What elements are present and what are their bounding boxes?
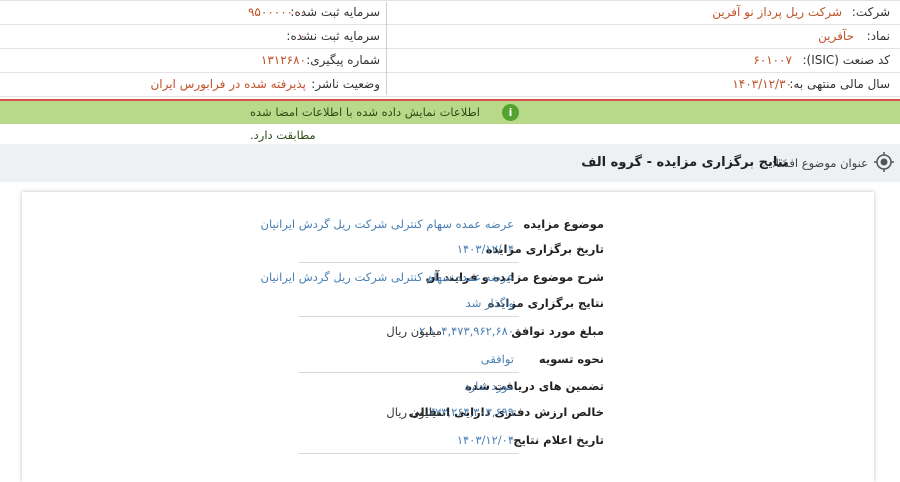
isic-label: کد صنعت (ISIC): bbox=[802, 53, 890, 67]
company-name[interactable]: شرکت ریل پرداز نو آفرین bbox=[712, 0, 842, 24]
company-info-table: شرکت: شرکت ریل پرداز نو آفرین نماد: حآفر… bbox=[0, 0, 900, 97]
detail-value: ۱۴۰۳/۱۲/۰۴ bbox=[456, 242, 514, 256]
detail-label: مبلغ مورد توافق bbox=[511, 324, 604, 338]
detail-value: عرضه عمده سهام کنترلی شرکت ریل گردش ایرا… bbox=[260, 217, 514, 231]
detail-label: تاریخ اعلام نتایج bbox=[513, 433, 604, 447]
detail-row: شرح موضوع مزایده و فرایند آن عرضه عمده س… bbox=[22, 264, 874, 291]
detail-value: عرضه عمده سهام کنترلی شرکت ریل گردش ایرا… bbox=[260, 270, 514, 284]
detail-row: تاریخ اعلام نتایج ۱۴۰۳/۱۲/۰۴ bbox=[22, 427, 874, 454]
tracking-value: ۱۳۱۲۶۸۰ bbox=[260, 53, 306, 67]
publisher-status-value: پذیرفته شده در فرابورس ایران bbox=[150, 77, 306, 91]
detail-value: توافقی bbox=[480, 352, 514, 366]
isic-value: ۶۰۱۰۰۷ bbox=[753, 53, 792, 67]
details-panel: موضوع مزایده عرضه عمده سهام کنترلی شرکت … bbox=[22, 192, 874, 482]
alert-text: اطلاعات نمایش داده شده با اطلاعات امضا ش… bbox=[250, 105, 480, 142]
detail-value: ۱۴۰۳/۱۲/۰۴ bbox=[456, 433, 514, 447]
publisher-status-label: وضعیت ناشر: bbox=[311, 77, 380, 91]
symbol-value[interactable]: حآفرین bbox=[818, 24, 854, 48]
subject-bar: عنوان موضوع افشا: نتایج برگزاری مزایده -… bbox=[0, 144, 900, 182]
detail-row: نتایج برگزاری مزایده واگذار شد bbox=[22, 290, 874, 317]
detail-value: مورد ندارد bbox=[464, 379, 514, 393]
fiscal-year-label: سال مالی منتهی به: bbox=[789, 77, 890, 91]
detail-unit: میلیون ریال bbox=[386, 405, 442, 419]
detail-row: تاریخ برگزاری مزایده ۱۴۰۳/۱۲/۰۴ bbox=[22, 236, 874, 263]
registered-capital-value: ۹۵۰۰۰۰۰۰۰ bbox=[247, 5, 306, 19]
symbol-label: نماد: bbox=[866, 29, 890, 43]
detail-unit: میلیون ریال bbox=[386, 324, 442, 338]
tracking-label: شماره پیگیری: bbox=[306, 53, 380, 67]
target-icon bbox=[874, 152, 894, 172]
detail-label: نحوه تسویه bbox=[538, 352, 604, 366]
detail-label: موضوع مزایده bbox=[523, 217, 604, 231]
detail-row: مبلغ مورد توافق ۲,۱۰۴,۴۷۳,۹۶۲,۶۸۰ میلیون… bbox=[22, 318, 874, 345]
company-label: شرکت: bbox=[851, 5, 890, 19]
verification-alert: i اطلاعات نمایش داده شده با اطلاعات امضا… bbox=[0, 101, 900, 142]
unregistered-capital-value: ۰ bbox=[299, 29, 306, 43]
fiscal-year-value: ۱۴۰۳/۱۲/۳۰ bbox=[732, 77, 792, 91]
detail-row: نحوه تسویه توافقی bbox=[22, 346, 874, 373]
detail-row: خالص ارزش دفتری دارایی انتقالی ۷۷۳,۲۶۴,۳… bbox=[22, 399, 874, 426]
detail-value: واگذار شد bbox=[465, 296, 514, 310]
subject-title: نتایج برگزاری مزایده - گروه الف bbox=[581, 155, 788, 170]
detail-row: موضوع مزایده عرضه عمده سهام کنترلی شرکت … bbox=[22, 211, 874, 238]
detail-row: تضمین های دریافت شده مورد ندارد bbox=[22, 373, 874, 400]
info-icon: i bbox=[502, 104, 519, 121]
